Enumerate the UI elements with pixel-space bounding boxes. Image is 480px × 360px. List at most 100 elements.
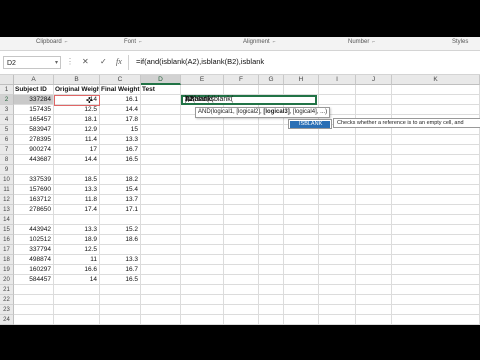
cell-g12[interactable] [259,195,284,205]
cell-e13[interactable] [181,205,224,215]
cell-d10[interactable] [141,175,181,185]
cell-b3[interactable]: 12.5 [54,105,100,115]
cell-j2[interactable] [356,95,392,105]
cell-f22[interactable] [224,295,259,305]
row-header-17[interactable]: 17 [0,245,14,255]
cell-a16[interactable]: 102512 [14,235,54,245]
row-header-23[interactable]: 23 [0,305,14,315]
row-header-1[interactable]: 1 [0,85,14,95]
cell-f6[interactable] [224,135,259,145]
ribbon-group-number[interactable]: Number ⌐ [348,39,375,45]
cell-f23[interactable] [224,305,259,315]
cell-d18[interactable] [141,255,181,265]
row-header-10[interactable]: 10 [0,175,14,185]
cell-b24[interactable] [54,315,100,325]
row-header-9[interactable]: 9 [0,165,14,175]
cell-h24[interactable] [284,315,319,325]
cell-k17[interactable] [392,245,480,255]
cell-i23[interactable] [319,305,356,315]
cell-j3[interactable] [356,105,392,115]
cell-h20[interactable] [284,275,319,285]
cell-c10[interactable]: 18.2 [100,175,141,185]
row-header-5[interactable]: 5 [0,125,14,135]
cell-k11[interactable] [392,185,480,195]
cell-a3[interactable]: 157435 [14,105,54,115]
column-header-b[interactable]: B [54,75,100,85]
cell-j22[interactable] [356,295,392,305]
ribbon-group-alignment[interactable]: Alignment ⌐ [243,39,276,45]
row-header-2[interactable]: 2 [0,95,14,105]
column-header-c[interactable]: C [100,75,141,85]
row-header-4[interactable]: 4 [0,115,14,125]
cell-c23[interactable] [100,305,141,315]
cell-b19[interactable]: 16.6 [54,265,100,275]
cell-g22[interactable] [259,295,284,305]
cell-c24[interactable] [100,315,141,325]
row-header-21[interactable]: 21 [0,285,14,295]
cell-a6[interactable]: 278395 [14,135,54,145]
cell-i9[interactable] [319,165,356,175]
row-header-20[interactable]: 20 [0,275,14,285]
dialog-launcher-icon[interactable]: ⌐ [273,39,276,45]
cell-d3[interactable] [141,105,181,115]
column-header-h[interactable]: H [284,75,319,85]
column-header-a[interactable]: A [14,75,54,85]
active-cell-d2[interactable]: =if(and(isblank(A2),isblank(B2),isblank [181,95,317,105]
cell-a20[interactable]: 584457 [14,275,54,285]
cell-f24[interactable] [224,315,259,325]
cell-c17[interactable] [100,245,141,255]
cell-e18[interactable] [181,255,224,265]
column-header-f[interactable]: F [224,75,259,85]
column-header-i[interactable]: I [319,75,356,85]
cell-f16[interactable] [224,235,259,245]
column-header-g[interactable]: G [259,75,284,85]
cell-d13[interactable] [141,205,181,215]
cell-k6[interactable] [392,135,480,145]
name-box[interactable]: D2 ▾ [3,56,61,69]
dialog-launcher-icon[interactable]: ⌐ [139,39,142,45]
cell-f15[interactable] [224,225,259,235]
cell-i20[interactable] [319,275,356,285]
cell-d14[interactable] [141,215,181,225]
cell-a5[interactable]: 583947 [14,125,54,135]
cell-i15[interactable] [319,225,356,235]
cell-e22[interactable] [181,295,224,305]
cell-d12[interactable] [141,195,181,205]
cell-e1[interactable] [181,85,224,95]
cell-i12[interactable] [319,195,356,205]
cell-c12[interactable]: 13.7 [100,195,141,205]
cell-b11[interactable]: 13.3 [54,185,100,195]
cell-e23[interactable] [181,305,224,315]
cell-a4[interactable]: 165457 [14,115,54,125]
cell-g21[interactable] [259,285,284,295]
worksheet-grid[interactable]: ABCDEFGHIJK 1Subject IDOriginal Weight (l… [0,75,480,325]
cell-g15[interactable] [259,225,284,235]
cell-h9[interactable] [284,165,319,175]
cell-j9[interactable] [356,165,392,175]
cell-a19[interactable]: 160297 [14,265,54,275]
cell-b20[interactable]: 14 [54,275,100,285]
row-header-7[interactable]: 7 [0,145,14,155]
cell-d24[interactable] [141,315,181,325]
row-header-8[interactable]: 8 [0,155,14,165]
cell-f5[interactable] [224,125,259,135]
cell-g7[interactable] [259,145,284,155]
cell-b22[interactable] [54,295,100,305]
autocomplete-item-isblank[interactable]: ISBLANK [290,121,330,128]
cell-e19[interactable] [181,265,224,275]
cell-c6[interactable]: 13.3 [100,135,141,145]
cell-b4[interactable]: 18.1 [54,115,100,125]
cell-g10[interactable] [259,175,284,185]
cell-e6[interactable] [181,135,224,145]
cell-k23[interactable] [392,305,480,315]
cell-j13[interactable] [356,205,392,215]
cell-d16[interactable] [141,235,181,245]
cell-b2[interactable]: 14 [54,95,100,105]
cell-j17[interactable] [356,245,392,255]
cell-e11[interactable] [181,185,224,195]
row-header-13[interactable]: 13 [0,205,14,215]
cell-f21[interactable] [224,285,259,295]
cell-h13[interactable] [284,205,319,215]
cell-e5[interactable] [181,125,224,135]
cell-c8[interactable]: 16.5 [100,155,141,165]
